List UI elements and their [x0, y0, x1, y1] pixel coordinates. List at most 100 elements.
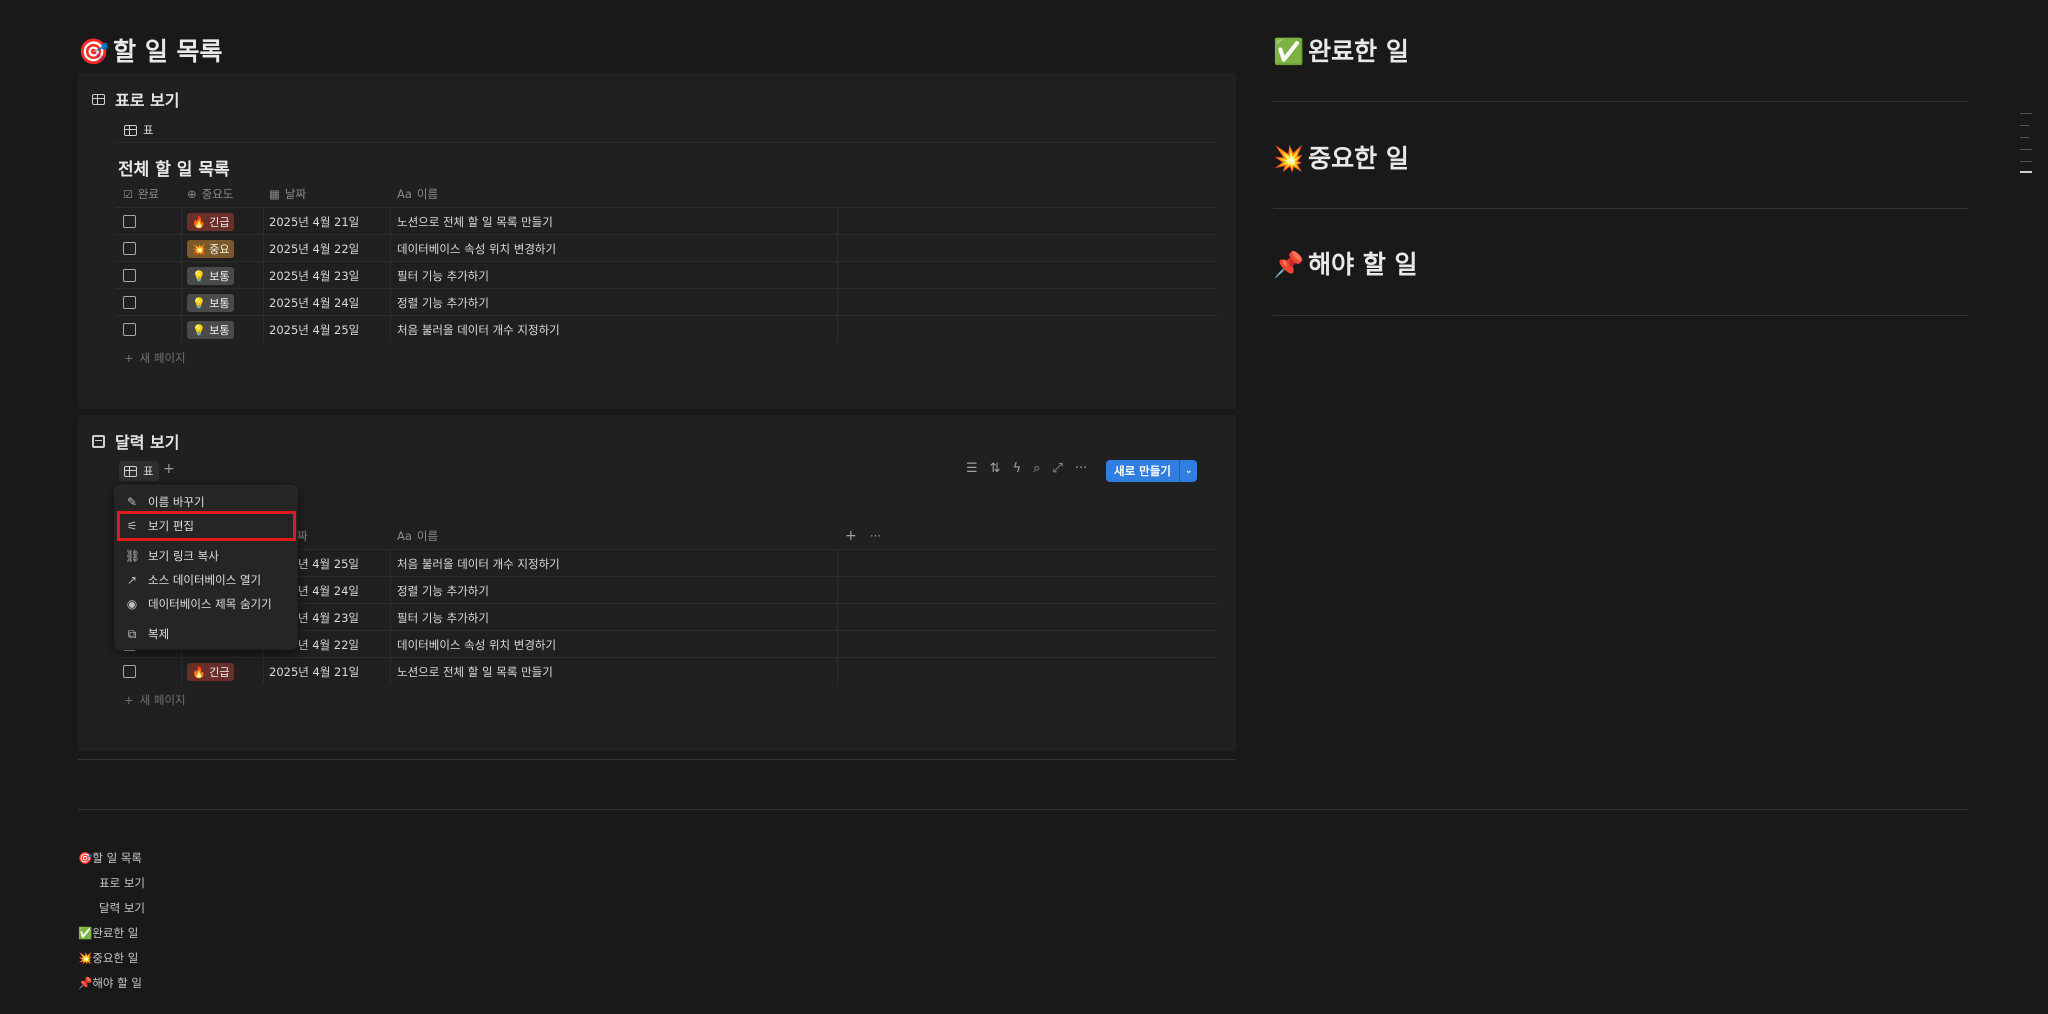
date-cell[interactable]: 년 4월 24일: [298, 577, 359, 604]
date-cell[interactable]: 2025년 4월 23일: [269, 262, 359, 289]
heading-todo[interactable]: 📌 해야 할 일: [1273, 245, 1418, 281]
link-icon: ⛓: [125, 549, 141, 563]
name-cell[interactable]: 정렬 기능 추가하기: [397, 289, 489, 316]
table-icon: [92, 93, 105, 105]
column-header-date[interactable]: 짜: [297, 528, 308, 544]
priority-tag: 💥 중요: [187, 239, 235, 258]
date-cell[interactable]: 2025년 4월 22일: [269, 235, 359, 262]
section-divider: [78, 759, 1236, 760]
outline-marker[interactable]: [2020, 137, 2029, 138]
date-cell[interactable]: 2025년 4월 21일: [269, 208, 359, 235]
name-cell[interactable]: 노션으로 전체 할 일 목록 만들기: [397, 208, 553, 235]
page-title: 🎯 할 일 목록: [78, 37, 223, 66]
menu-item-rename[interactable]: ✎ 이름 바꾸기: [125, 494, 205, 510]
database-title[interactable]: 전체 할 일 목록: [118, 155, 230, 180]
tab-table-view-active[interactable]: 표: [119, 461, 159, 481]
calendar-view-section-title[interactable]: 달력 보기: [92, 429, 179, 453]
name-cell[interactable]: 데이터베이스 속성 위치 변경하기: [397, 235, 556, 262]
text-icon: Aa: [397, 187, 412, 201]
checkbox[interactable]: [123, 215, 136, 228]
date-cell[interactable]: 년 4월 23일: [298, 604, 359, 631]
toc-item-table-view[interactable]: 표로 보기: [99, 875, 145, 891]
column-header-name[interactable]: Aa 이름: [397, 528, 438, 544]
name-cell[interactable]: 정렬 기능 추가하기: [397, 577, 489, 604]
arrow-up-right-icon: ↗: [126, 573, 138, 587]
menu-item-copy-link[interactable]: ⛓ 보기 링크 복사: [125, 548, 219, 564]
name-cell[interactable]: 필터 기능 추가하기: [397, 604, 489, 631]
menu-item-duplicate[interactable]: ⧉ 복제: [125, 626, 169, 642]
pin-icon: 📌: [1273, 250, 1305, 279]
sort-icon[interactable]: ⇅: [990, 461, 1001, 476]
tab-divider: [115, 142, 1217, 143]
checkbox[interactable]: [123, 323, 136, 336]
toc-item-important[interactable]: 💥중요한 일: [78, 950, 138, 966]
table-icon: [124, 465, 137, 477]
add-property-plus-icon[interactable]: +: [845, 528, 857, 544]
new-page-button[interactable]: + 새 페이지: [124, 350, 186, 366]
name-cell[interactable]: 처음 불러올 데이터 개수 지정하기: [397, 316, 560, 343]
column-header-date[interactable]: ▦ 날짜: [269, 186, 306, 202]
name-cell[interactable]: 데이터베이스 속성 위치 변경하기: [397, 631, 556, 658]
toc-item-todo[interactable]: 📌해야 할 일: [78, 975, 142, 991]
lightning-icon[interactable]: ϟ: [1013, 461, 1022, 476]
database-toolbar: ☰ ⇅ ϟ ⌕ ⤢ ···: [966, 461, 1087, 476]
text-icon: Aa: [397, 529, 412, 543]
table-row[interactable]: 💡 보통 2025년 4월 23일 필터 기능 추가하기: [115, 261, 1217, 288]
table-row[interactable]: 💡 보통 2025년 4월 24일 정렬 기능 추가하기: [115, 288, 1217, 315]
column-header-done[interactable]: ☑ 완료: [123, 186, 159, 202]
new-button[interactable]: 새로 만들기 ⌄: [1106, 460, 1198, 482]
more-icon[interactable]: ···: [1075, 461, 1087, 476]
heading-important[interactable]: 💥 중요한 일: [1273, 139, 1409, 175]
right-divider: [1273, 101, 1968, 102]
menu-item-hide-title[interactable]: ◉ 데이터베이스 제목 숨기기: [125, 596, 272, 612]
collision-icon: 💥: [1273, 144, 1305, 173]
name-cell[interactable]: 처음 불러올 데이터 개수 지정하기: [397, 550, 560, 577]
name-cell[interactable]: 필터 기능 추가하기: [397, 262, 489, 289]
checkbox[interactable]: [123, 242, 136, 255]
calendar-icon: ▦: [269, 187, 280, 201]
name-cell[interactable]: 노션으로 전체 할 일 목록 만들기: [397, 658, 553, 685]
date-cell[interactable]: 년 4월 25일: [298, 550, 359, 577]
chevron-down-icon[interactable]: ⌄: [1178, 460, 1198, 482]
page-divider: [78, 809, 1968, 810]
outline-marker-active[interactable]: [2020, 171, 2032, 173]
outline-marker[interactable]: [2020, 113, 2032, 114]
date-cell[interactable]: 2025년 4월 21일: [269, 658, 359, 685]
toc-item-done[interactable]: ✅완료한 일: [78, 925, 138, 941]
priority-tag: 💡 보통: [187, 320, 235, 339]
column-header-priority[interactable]: ⊕ 중요도: [187, 186, 233, 202]
table-row[interactable]: 💡 보통 2025년 4월 25일 처음 불러올 데이터 개수 지정하기: [115, 315, 1217, 342]
tab-table-view[interactable]: 표: [119, 120, 159, 140]
outline-marker[interactable]: [2020, 125, 2029, 126]
menu-item-open-source[interactable]: ↗ 소스 데이터베이스 열기: [125, 572, 261, 588]
priority-tag: 🔥 긴급: [187, 662, 235, 681]
table-view-section-title[interactable]: 표로 보기: [92, 87, 179, 111]
search-icon[interactable]: ⌕: [1033, 461, 1040, 476]
check-icon: ✅: [1273, 37, 1305, 66]
add-view-plus-icon[interactable]: +: [163, 461, 175, 477]
checkbox[interactable]: [123, 296, 136, 309]
date-cell[interactable]: 년 4월 22일: [298, 631, 359, 658]
select-icon: ⊕: [187, 187, 197, 201]
outline-marker[interactable]: [2020, 161, 2032, 162]
filter-icon[interactable]: ☰: [966, 461, 978, 476]
checkbox[interactable]: [123, 665, 136, 678]
priority-tag: 💡 보통: [187, 266, 235, 285]
right-divider: [1273, 208, 1968, 209]
plus-icon: +: [124, 351, 134, 365]
date-cell[interactable]: 2025년 4월 25일: [269, 316, 359, 343]
checkbox[interactable]: [123, 269, 136, 282]
outline-marker[interactable]: [2020, 149, 2032, 150]
more-icon[interactable]: ···: [870, 529, 881, 543]
date-cell[interactable]: 2025년 4월 24일: [269, 289, 359, 316]
table-row[interactable]: 🔥 긴급 2025년 4월 21일 노션으로 전체 할 일 목록 만들기: [115, 207, 1217, 234]
toc-item-page[interactable]: 🎯할 일 목록: [78, 850, 142, 866]
toc-item-calendar-view[interactable]: 달력 보기: [99, 900, 145, 916]
column-header-name[interactable]: Aa 이름: [397, 186, 438, 202]
new-page-button[interactable]: + 새 페이지: [124, 692, 186, 708]
heading-done[interactable]: ✅ 완료한 일: [1273, 32, 1409, 68]
priority-tag: 🔥 긴급: [187, 212, 235, 231]
expand-icon[interactable]: ⤢: [1052, 461, 1062, 476]
table-row[interactable]: 🔥 긴급 2025년 4월 21일 노션으로 전체 할 일 목록 만들기: [115, 657, 1217, 684]
table-row[interactable]: 💥 중요 2025년 4월 22일 데이터베이스 속성 위치 변경하기: [115, 234, 1217, 261]
